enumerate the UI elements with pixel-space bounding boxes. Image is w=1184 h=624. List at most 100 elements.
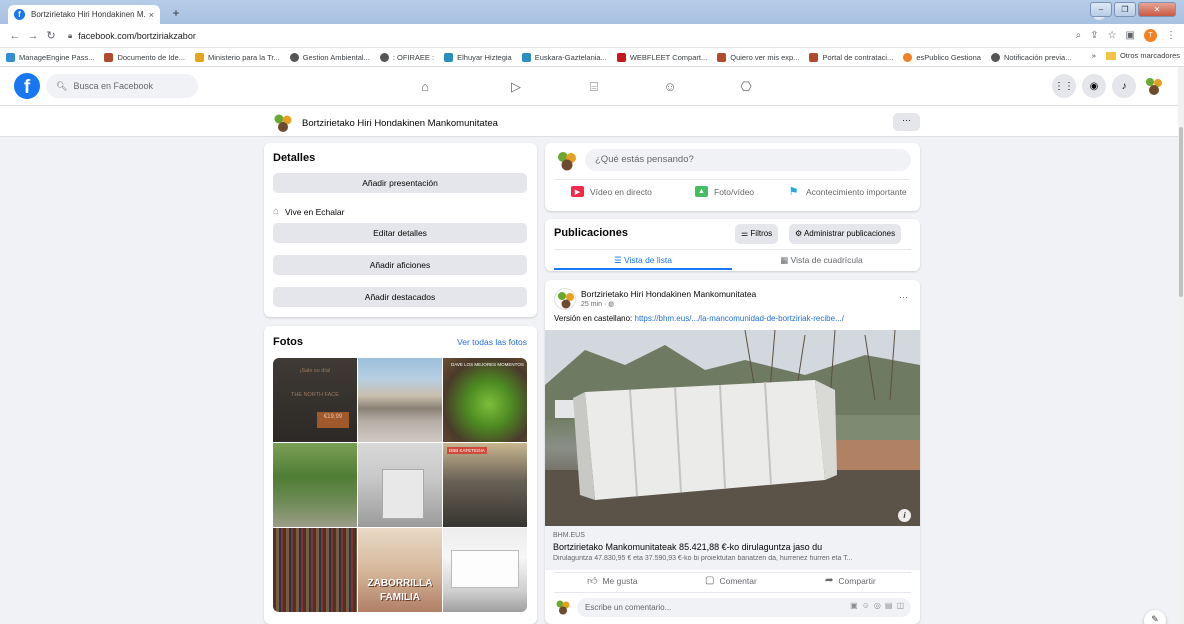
grid-view-icon: ▦: [780, 255, 789, 265]
photo-thumbnail[interactable]: ¡Sale su día! THE NORTH FACE €19,99: [273, 358, 357, 442]
sticker-icon[interactable]: ▣: [850, 601, 858, 610]
bookmark-item[interactable]: Quiero ver mis exp...: [717, 52, 799, 62]
bookmark-item[interactable]: Documento de Ide...: [104, 52, 185, 62]
comment-button[interactable]: ▢ Comentar: [705, 575, 757, 586]
minimize-icon[interactable]: –: [1090, 2, 1112, 17]
photo-price-tag: €19,99: [317, 412, 349, 428]
post-link[interactable]: https://bhm.eus/.../la-mancomunidad-de-b…: [635, 314, 844, 323]
page-identity[interactable]: Bortzirietako Hiri Hondakinen Mankomunit…: [272, 112, 498, 134]
photo-grid: ¡Sale su día! THE NORTH FACE €19,99 DAVE…: [273, 358, 527, 612]
photo-detail: [382, 469, 424, 519]
bookmark-item[interactable]: esPublico Gestiona: [903, 52, 981, 62]
like-button[interactable]: 👍︎ Me gusta: [587, 575, 637, 587]
live-video-button[interactable]: ▶ Vídeo en directo: [571, 186, 652, 197]
manage-posts-button[interactable]: ⚙ Administrar publicaciones: [789, 224, 902, 244]
link-preview[interactable]: BHM.EUS Bortzirietako Mankomunitateak 85…: [545, 526, 920, 570]
list-view-label: Vista de lista: [623, 255, 673, 265]
photo-thumbnail[interactable]: DAVE LOS MEJORES MOMENTOS: [443, 358, 527, 442]
photo-thumbnail[interactable]: DBB KAFETEGIA: [443, 443, 527, 527]
marketplace-icon[interactable]: ⌸: [584, 78, 604, 96]
emoji-icon[interactable]: ☺: [862, 601, 870, 610]
post-timestamp[interactable]: 25 min · ◍: [581, 300, 614, 308]
bookmark-item[interactable]: WEBFLEET Compart...: [616, 52, 707, 62]
add-hobbies-button[interactable]: Añadir aficiones: [273, 255, 527, 275]
lock-icon: 🔒︎: [68, 30, 73, 40]
post-author-avatar[interactable]: [554, 288, 576, 310]
photo-thumbnail[interactable]: [358, 443, 442, 527]
bookmarks-overflow-button[interactable]: »: [1092, 51, 1096, 60]
life-event-button[interactable]: ⚑ Acontecimiento importante: [787, 186, 907, 198]
bookmark-favicon-icon: [104, 52, 114, 62]
address-bar-url: facebook.com/bortziriakzabor: [78, 30, 196, 41]
bookmark-item[interactable]: Gestion Ambiental...: [289, 52, 370, 62]
photo-thumbnail[interactable]: ZABORRILLA FAMILIA: [358, 528, 442, 612]
bookmark-item[interactable]: Euskara-Gaztelania...: [521, 52, 607, 62]
reload-icon[interactable]: ↻: [42, 29, 60, 42]
notifications-bell-icon[interactable]: ♪: [1112, 74, 1136, 98]
tab-grid-view[interactable]: ▦ Vista de cuadrícula: [732, 250, 911, 270]
address-bar[interactable]: 🔒︎ facebook.com/bortziriakzabor: [68, 31, 196, 41]
new-message-icon[interactable]: ✎: [1144, 610, 1166, 624]
scrollbar-thumb[interactable]: [1179, 127, 1183, 297]
tab-close-icon[interactable]: ×: [149, 10, 154, 20]
info-icon[interactable]: i: [898, 509, 911, 522]
groups-icon[interactable]: ☺: [660, 78, 680, 96]
bookmark-favicon-icon: [717, 52, 727, 62]
add-presentation-button[interactable]: Añadir presentación: [273, 173, 527, 193]
bookmark-favicon-icon: [444, 52, 454, 62]
main-nav-icons: ⌂ ▷ ⌸ ☺ ⎔: [0, 67, 1178, 106]
share-button[interactable]: ➦ Compartir: [825, 575, 876, 586]
edit-details-button[interactable]: Editar detalles: [273, 223, 527, 243]
bookmarks-bar: ManageEngine Pass... Documento de Ide...…: [0, 48, 1184, 67]
gaming-icon[interactable]: ⎔: [736, 78, 756, 96]
photo-thumbnail[interactable]: [443, 528, 527, 612]
menu-grid-icon[interactable]: ⋮⋮: [1052, 74, 1076, 98]
page-more-button[interactable]: ···: [893, 113, 920, 131]
page-scrollbar[interactable]: [1178, 67, 1184, 624]
bookmark-item[interactable]: Notificación previa...: [990, 52, 1071, 62]
add-featured-button[interactable]: Añadir destacados: [273, 287, 527, 307]
avatar-sticker-icon[interactable]: ◫: [896, 601, 904, 610]
details-heading: Detalles: [273, 152, 316, 164]
messenger-icon[interactable]: ◉: [1082, 74, 1106, 98]
whats-on-your-mind-input[interactable]: ¿Qué estás pensando?: [585, 149, 911, 171]
see-all-photos-link[interactable]: Ver todas las fotos: [457, 337, 527, 347]
post-author-name[interactable]: Bortzirietako Hiri Hondakinen Mankomunit…: [581, 289, 756, 299]
profile-avatar[interactable]: T: [1144, 29, 1157, 42]
photo-thumbnail[interactable]: [273, 528, 357, 612]
bookmark-star-icon[interactable]: ☆: [1108, 30, 1117, 41]
post-options-button[interactable]: ···: [899, 292, 908, 302]
post-image[interactable]: i: [545, 330, 920, 526]
bookmark-item[interactable]: ManageEngine Pass...: [6, 52, 94, 62]
bookmark-favicon-icon: [616, 52, 626, 62]
back-arrow-icon[interactable]: ←: [6, 30, 24, 42]
photo-video-button[interactable]: ▲ Foto/vídeo: [695, 186, 754, 197]
browser-tab[interactable]: f Bortzirietako Hiri Hondakinen M... ×: [8, 5, 160, 24]
watch-icon[interactable]: ▷: [506, 78, 526, 96]
photo-thumbnail[interactable]: [358, 358, 442, 442]
maximize-icon[interactable]: ❐: [1114, 2, 1136, 17]
bookmark-favicon-icon: [6, 52, 15, 62]
gif-icon[interactable]: ▤: [885, 601, 893, 610]
camera-icon[interactable]: ◎: [874, 601, 881, 610]
bookmark-item[interactable]: : OFIRAEE :: [379, 52, 434, 62]
home-icon[interactable]: ⌂: [415, 78, 435, 96]
window-close-icon[interactable]: ✕: [1138, 2, 1176, 17]
bookmark-item[interactable]: Portal de contrataci...: [809, 52, 893, 62]
link-title: Bortzirietako Mankomunitateak 85.421,88 …: [553, 542, 823, 552]
divider: [554, 592, 911, 593]
side-panel-icon[interactable]: ▣: [1126, 30, 1135, 41]
other-bookmarks[interactable]: » Otros marcadores: [1085, 51, 1180, 60]
zoom-icon[interactable]: ⌕: [1076, 30, 1082, 41]
photo-thumbnail[interactable]: [273, 443, 357, 527]
browser-menu-icon[interactable]: ⋮: [1166, 30, 1176, 41]
share-icon[interactable]: ⇪: [1090, 30, 1098, 41]
new-tab-button[interactable]: +: [168, 6, 184, 20]
account-avatar[interactable]: [1142, 74, 1166, 98]
tab-list-view[interactable]: ☰ Vista de lista: [554, 250, 732, 270]
filters-button[interactable]: ⚌ Filtros: [735, 224, 779, 244]
bookmark-item[interactable]: Elhuyar Hiztegia: [444, 52, 512, 62]
forward-arrow-icon[interactable]: →: [24, 30, 42, 42]
page-logo-icon: [274, 114, 292, 132]
bookmark-item[interactable]: Ministerio para la Tr...: [195, 52, 280, 62]
